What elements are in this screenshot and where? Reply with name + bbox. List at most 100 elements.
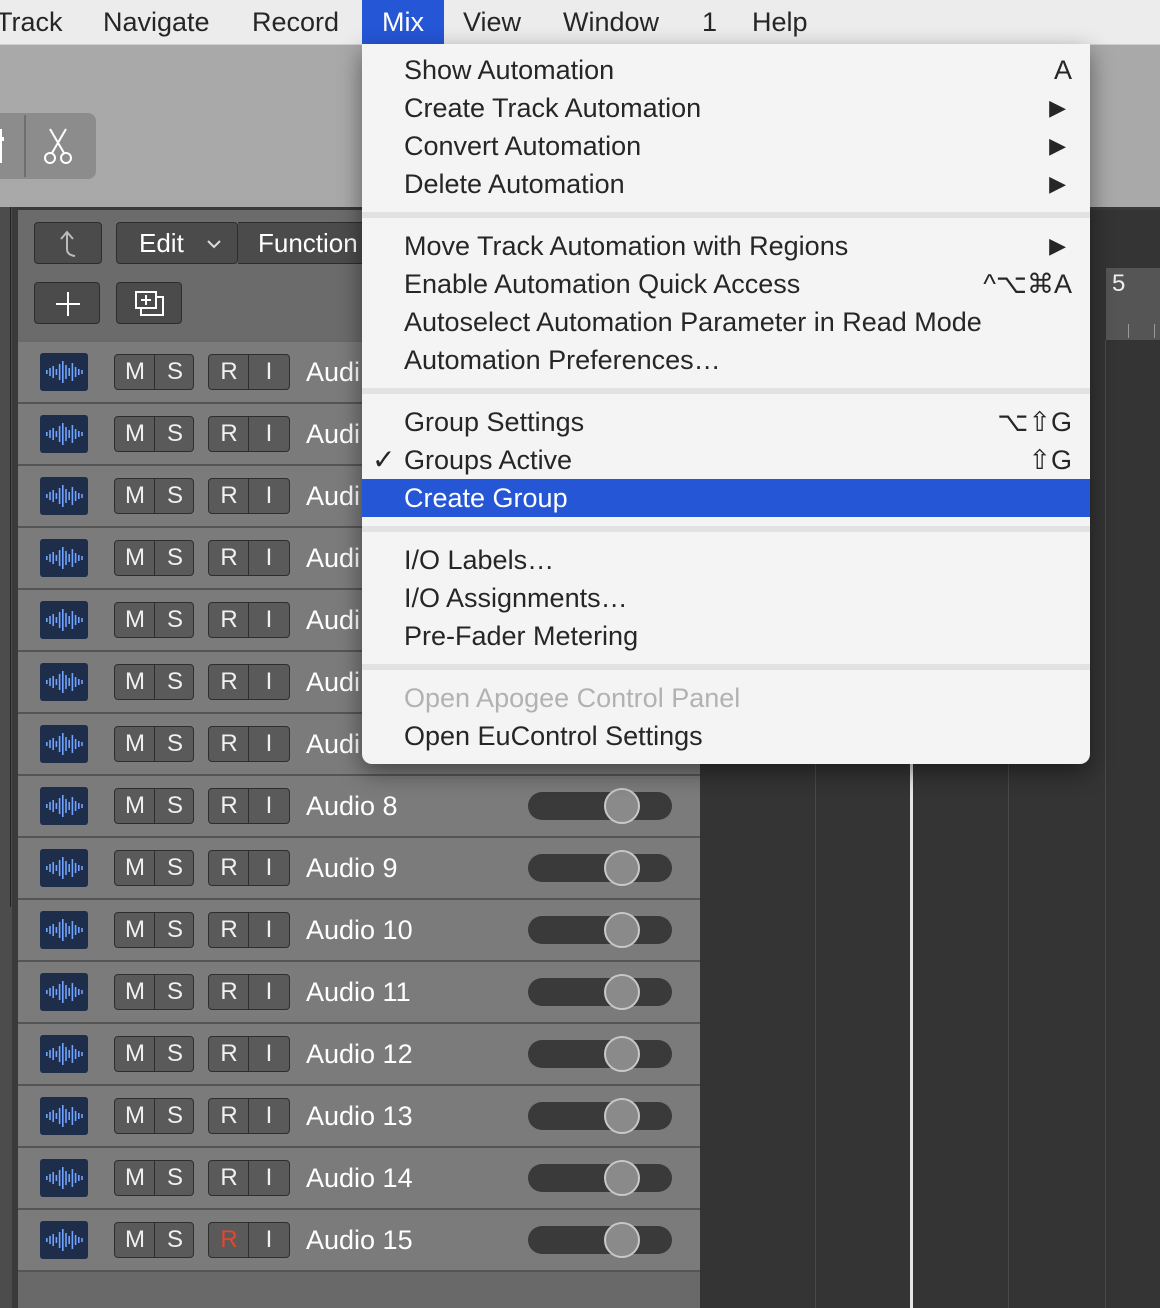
mute-button[interactable]: M (115, 913, 155, 947)
menu-item-show-automation[interactable]: Show Automation A (362, 51, 1090, 89)
add-track-button[interactable] (34, 282, 100, 324)
bar-ruler[interactable]: 5 (1104, 268, 1160, 340)
track-name[interactable]: Audio 12 (306, 1024, 413, 1084)
record-enable-button[interactable]: R (209, 417, 249, 451)
solo-button[interactable]: S (155, 913, 195, 947)
mute-button[interactable]: M (115, 1223, 155, 1257)
track-name[interactable]: Audio 14 (306, 1148, 413, 1208)
menu-item-open-eucontrol-settings[interactable]: Open EuControl Settings (362, 717, 1090, 755)
input-monitor-button[interactable]: I (249, 417, 289, 451)
input-monitor-button[interactable]: I (249, 913, 289, 947)
record-enable-button[interactable]: R (209, 1161, 249, 1195)
record-enable-button[interactable]: R (209, 603, 249, 637)
track-name[interactable]: Audio 11 (306, 962, 411, 1022)
track-name[interactable]: Audi (306, 528, 360, 588)
mute-button[interactable]: M (115, 789, 155, 823)
mute-button[interactable]: M (115, 1099, 155, 1133)
record-enable-button[interactable]: R (209, 789, 249, 823)
solo-button[interactable]: S (155, 1099, 195, 1133)
input-monitor-button[interactable]: I (249, 665, 289, 699)
volume-knob[interactable] (604, 850, 640, 886)
fader-icon[interactable] (0, 129, 4, 163)
volume-knob[interactable] (604, 974, 640, 1010)
mute-button[interactable]: M (115, 1037, 155, 1071)
volume-knob[interactable] (604, 912, 640, 948)
menu-item-groups-active[interactable]: ✓ Groups Active ⇧G (362, 441, 1090, 479)
input-monitor-button[interactable]: I (249, 541, 289, 575)
record-enable-button[interactable]: R (209, 1099, 249, 1133)
track-name[interactable]: Audio 13 (306, 1086, 413, 1146)
mute-button[interactable]: M (115, 727, 155, 761)
mute-button[interactable]: M (115, 417, 155, 451)
solo-button[interactable]: S (155, 479, 195, 513)
record-enable-button[interactable]: R (209, 727, 249, 761)
playhead[interactable] (910, 760, 913, 1308)
mute-button[interactable]: M (115, 851, 155, 885)
track-row[interactable]: MS RI Audio 9 (18, 838, 700, 900)
mute-button[interactable]: M (115, 1161, 155, 1195)
menu-track[interactable]: Track (0, 0, 63, 44)
volume-slider[interactable] (528, 1160, 672, 1196)
back-button[interactable] (34, 222, 102, 264)
mute-button[interactable]: M (115, 541, 155, 575)
input-monitor-button[interactable]: I (249, 1161, 289, 1195)
menu-help[interactable]: Help (752, 0, 808, 44)
track-row[interactable]: MS RI Audio 12 (18, 1024, 700, 1086)
input-monitor-button[interactable]: I (249, 1037, 289, 1071)
menu-item-delete-automation[interactable]: Delete Automation ▶ (362, 165, 1090, 203)
volume-slider[interactable] (528, 1222, 672, 1258)
track-row[interactable]: MS RI Audio 13 (18, 1086, 700, 1148)
track-row[interactable]: MS RI Audio 15 (18, 1210, 700, 1272)
solo-button[interactable]: S (155, 603, 195, 637)
input-monitor-button[interactable]: I (249, 1223, 289, 1257)
input-monitor-button[interactable]: I (249, 603, 289, 637)
menu-view[interactable]: View (463, 0, 521, 44)
track-name[interactable]: Audi (306, 404, 360, 464)
volume-knob[interactable] (604, 1160, 640, 1196)
input-monitor-button[interactable]: I (249, 789, 289, 823)
solo-button[interactable]: S (155, 789, 195, 823)
menu-item-io-labels[interactable]: I/O Labels… (362, 541, 1090, 579)
track-name[interactable]: Audi (306, 652, 360, 712)
volume-knob[interactable] (604, 788, 640, 824)
menu-window[interactable]: Window (563, 0, 659, 44)
solo-button[interactable]: S (155, 1161, 195, 1195)
menu-item-create-group[interactable]: Create Group (362, 479, 1090, 517)
solo-button[interactable]: S (155, 1223, 195, 1257)
solo-button[interactable]: S (155, 1037, 195, 1071)
menu-navigate[interactable]: Navigate (103, 0, 210, 44)
mute-button[interactable]: M (115, 975, 155, 1009)
solo-button[interactable]: S (155, 975, 195, 1009)
record-enable-button[interactable]: R (209, 665, 249, 699)
solo-button[interactable]: S (155, 665, 195, 699)
volume-knob[interactable] (604, 1036, 640, 1072)
menu-item-convert-automation[interactable]: Convert Automation ▶ (362, 127, 1090, 165)
track-name[interactable]: Audi (306, 590, 360, 650)
track-name[interactable]: Audi (306, 714, 360, 774)
solo-button[interactable]: S (155, 417, 195, 451)
new-track-with-settings-button[interactable] (116, 282, 182, 324)
solo-button[interactable]: S (155, 355, 195, 389)
menu-item-enable-automation-quick-access[interactable]: Enable Automation Quick Access ^⌥⌘A (362, 265, 1090, 303)
track-name[interactable]: Audio 10 (306, 900, 413, 960)
input-monitor-button[interactable]: I (249, 479, 289, 513)
record-enable-button[interactable]: R (209, 479, 249, 513)
track-row[interactable]: MS RI Audio 14 (18, 1148, 700, 1210)
menu-record[interactable]: Record (252, 0, 339, 44)
volume-slider[interactable] (528, 912, 672, 948)
input-monitor-button[interactable]: I (249, 727, 289, 761)
track-name[interactable]: Audi (306, 466, 360, 526)
menu-screenset[interactable]: 1 (702, 0, 717, 44)
menu-item-io-assignments[interactable]: I/O Assignments… (362, 579, 1090, 617)
edit-menu-button[interactable]: Edit (116, 222, 238, 264)
track-row[interactable]: MS RI Audio 8 (18, 776, 700, 838)
record-enable-button[interactable]: R (209, 913, 249, 947)
track-name[interactable]: Audio 8 (306, 776, 398, 836)
record-enable-button[interactable]: R (209, 541, 249, 575)
volume-slider[interactable] (528, 850, 672, 886)
input-monitor-button[interactable]: I (249, 975, 289, 1009)
volume-slider[interactable] (528, 1036, 672, 1072)
solo-button[interactable]: S (155, 727, 195, 761)
volume-slider[interactable] (528, 1098, 672, 1134)
solo-button[interactable]: S (155, 541, 195, 575)
